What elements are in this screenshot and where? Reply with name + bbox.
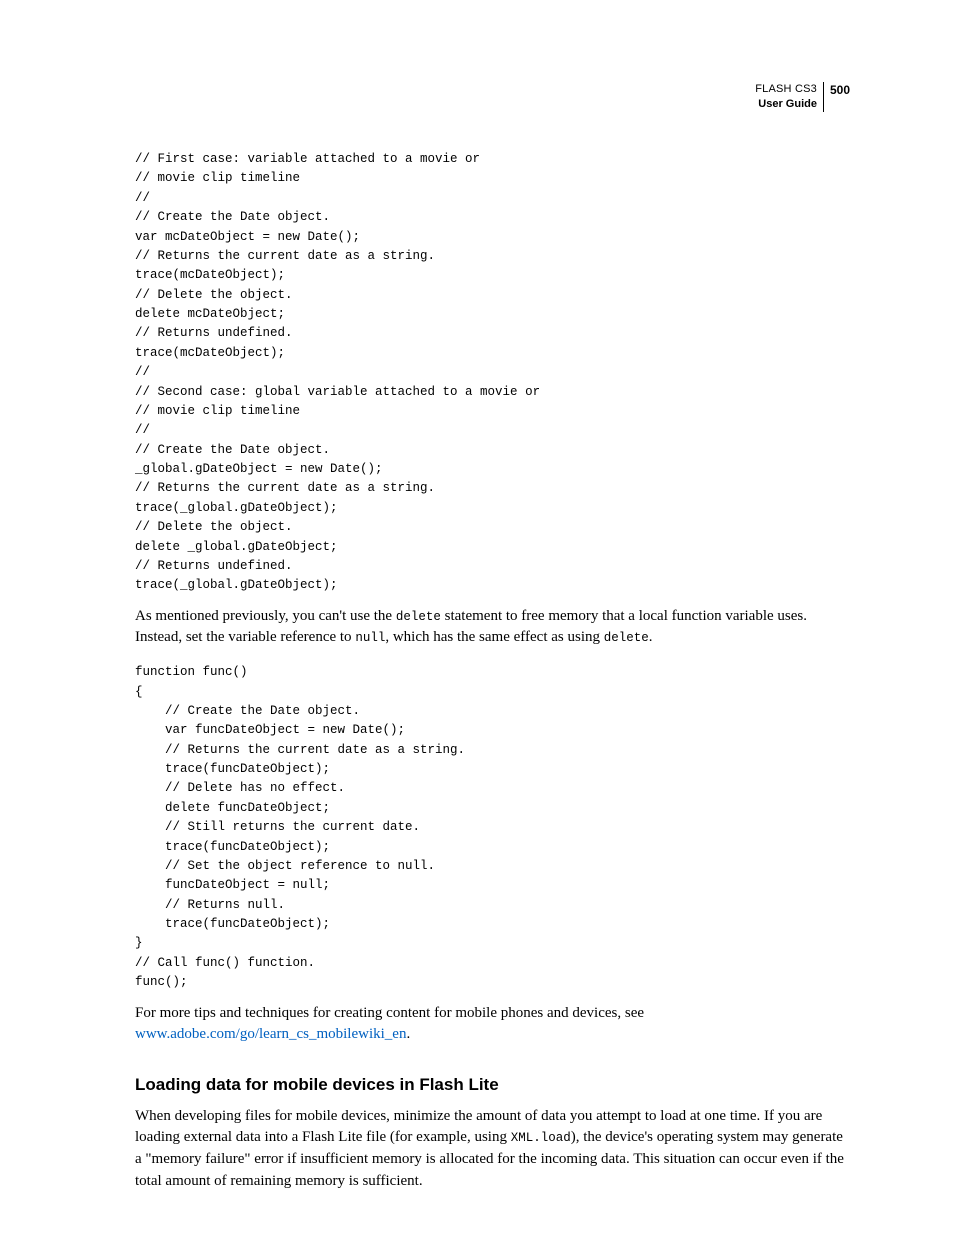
inline-code-delete: delete (396, 610, 441, 624)
guide-name: User Guide (755, 97, 817, 112)
section-heading-loading-data: Loading data for mobile devices in Flash… (135, 1072, 850, 1098)
page-content: // First case: variable attached to a mo… (135, 84, 850, 1193)
paragraph-loading-data: When developing files for mobile devices… (135, 1106, 850, 1193)
page-number: 500 (824, 82, 850, 98)
text: For more tips and techniques for creatin… (135, 1005, 644, 1021)
inline-code-delete2: delete (604, 631, 649, 645)
code-block-2: function func() { // Create the Date obj… (135, 663, 850, 992)
paragraph-delete-note: As mentioned previously, you can't use t… (135, 606, 850, 650)
inline-code-null: null (355, 631, 385, 645)
product-name: FLASH CS3 (755, 82, 817, 97)
page-header: FLASH CS3 User Guide 500 (755, 82, 850, 112)
text: . (406, 1026, 410, 1042)
inline-code-xmlload: XML.load (511, 1131, 571, 1145)
text: , which has the same effect as using (385, 629, 603, 645)
text: . (649, 629, 653, 645)
paragraph-tips-link: For more tips and techniques for creatin… (135, 1003, 850, 1047)
header-left: FLASH CS3 User Guide (755, 82, 823, 112)
mobilewiki-link[interactable]: www.adobe.com/go/learn_cs_mobilewiki_en (135, 1026, 406, 1042)
code-block-1: // First case: variable attached to a mo… (135, 150, 850, 596)
text: As mentioned previously, you can't use t… (135, 608, 396, 624)
